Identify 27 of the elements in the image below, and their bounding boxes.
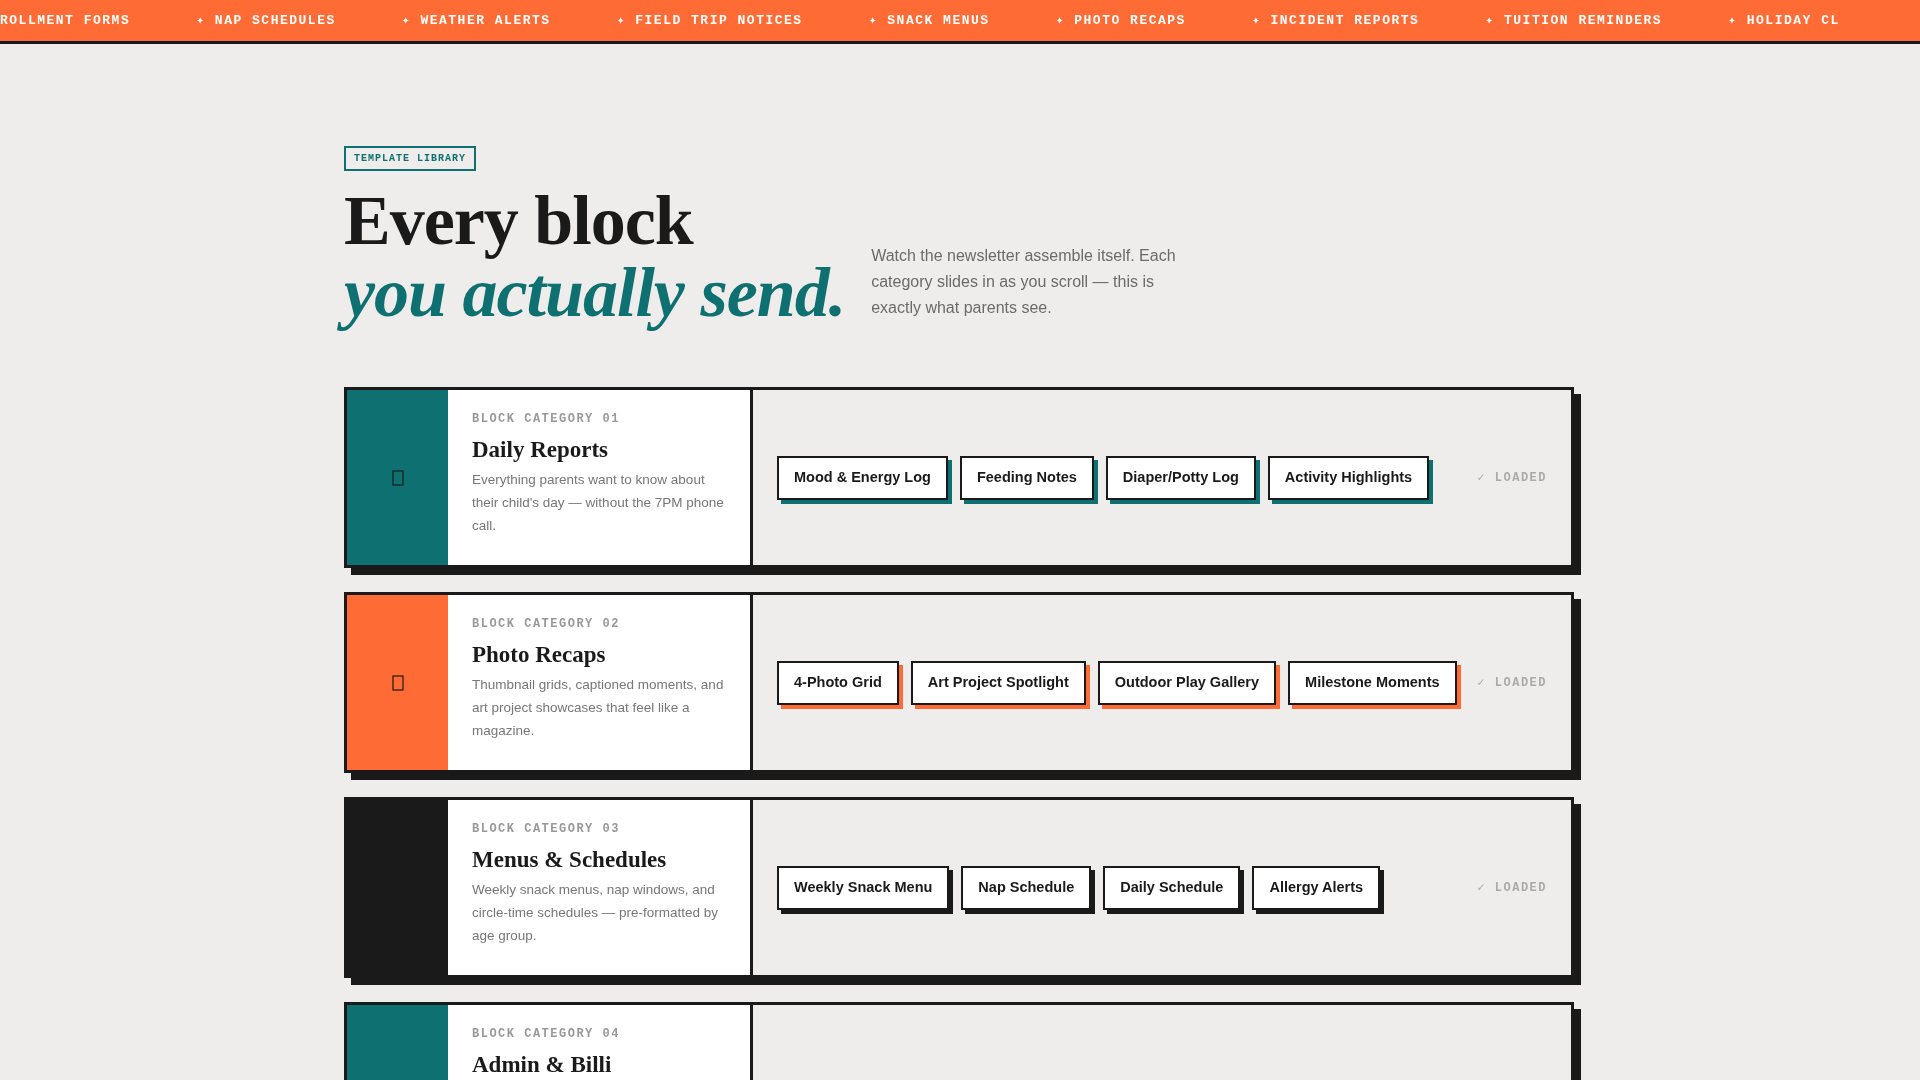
ticker-item: ROLLMENT FORMS <box>0 11 131 30</box>
intro-text: Watch the newsletter assemble itself. Each category slides in as you scroll — this is exactly what parents see. <box>871 246 1177 318</box>
loaded-status: ✓ LOADED <box>1477 674 1547 692</box>
category-title: Menus & Schedules <box>472 846 668 874</box>
category-label: BLOCK CATEGORY 04 <box>472 1026 621 1043</box>
loaded-status: ✓ LOADED <box>1477 469 1547 487</box>
category-title: Daily Reports <box>472 436 610 464</box>
ticker-item: ✦ INCIDENT REPORTS <box>1251 11 1420 30</box>
ticker-item: ✦ NAP SCHEDULES <box>196 11 336 30</box>
category-description: Weekly snack menus, nap windows, and circle-time schedules — pre-formatted by age group. <box>472 881 720 945</box>
category-label: BLOCK CATEGORY 03 <box>472 821 621 838</box>
placeholder-glyph-icon <box>391 674 404 691</box>
category-title: Admin & Billi <box>472 1051 613 1079</box>
ticker-item: ✦ HOLIDAY CL <box>1728 11 1840 30</box>
category-title: Photo Recaps <box>472 641 607 669</box>
category-description: Everything parents want to know about their child's day — without the 7PM phone call. <box>472 471 725 535</box>
loaded-status: ✓ LOADED <box>1477 879 1547 897</box>
category-label: BLOCK CATEGORY 01 <box>472 411 621 428</box>
ticker-item: ✦ WEATHER ALERTS <box>401 11 551 30</box>
category-label: BLOCK CATEGORY 02 <box>472 616 621 633</box>
ticker-item: ✦ TUITION REMINDERS <box>1485 11 1663 30</box>
ticker-item: ✦ FIELD TRIP NOTICES <box>616 11 803 30</box>
ticker-item: ✦ PHOTO RECAPS <box>1055 11 1186 30</box>
section-badge: TEMPLATE LIBRARY <box>344 146 476 171</box>
category-description: Thumbnail grids, captioned moments, and art project showcases that feel like a magazine. <box>472 676 725 740</box>
ticker-item: ✦ SNACK MENUS <box>868 11 990 30</box>
placeholder-glyph-icon <box>391 469 404 486</box>
